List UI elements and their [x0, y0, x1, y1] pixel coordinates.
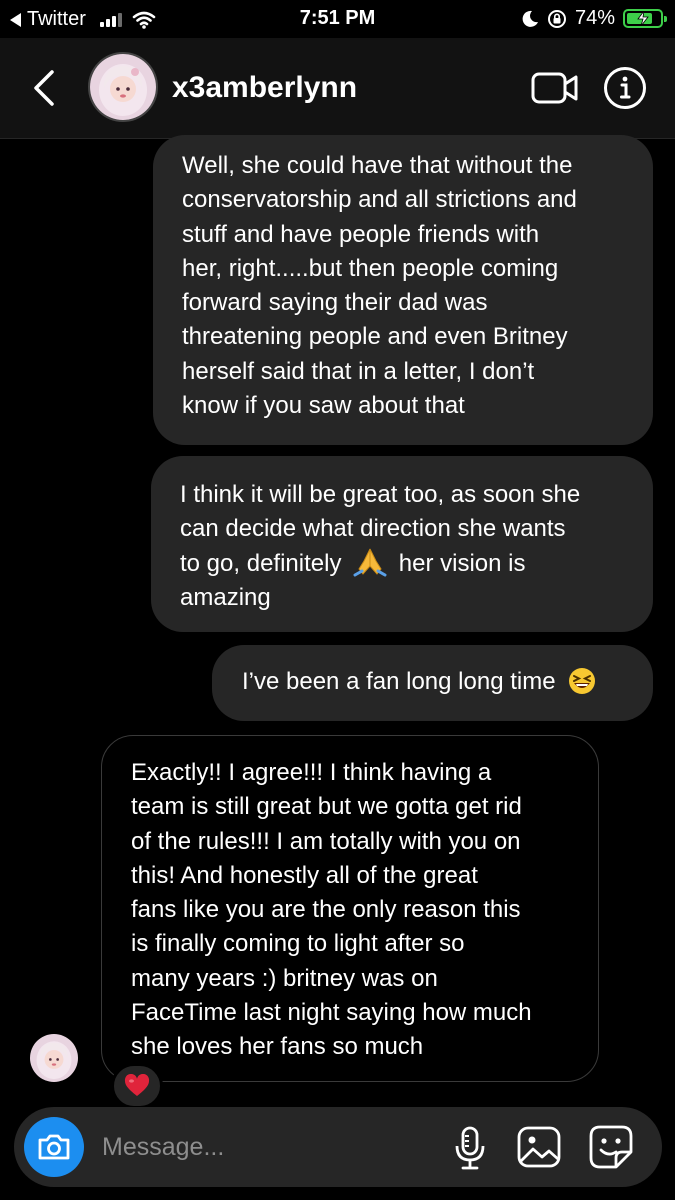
message-line: stuff and have people friends with [182, 220, 540, 248]
folded-hands-emoji-icon [353, 549, 387, 577]
back-chevron-icon[interactable] [30, 68, 58, 108]
message-line: herself said that in a letter, I don’t [182, 357, 535, 385]
message-line-with-emoji: to go, definitely her vision is [180, 547, 625, 581]
gallery-icon[interactable] [516, 1125, 562, 1169]
avatar[interactable] [88, 52, 158, 122]
message-line: conservatorship and all strictions and [182, 186, 577, 214]
sent-message[interactable]: Well, she could have that without the co… [153, 135, 653, 445]
battery-charging-icon [623, 9, 667, 28]
sent-message[interactable]: I think it will be great too, as soon sh… [151, 456, 653, 632]
status-bar: Twitter 7:51 PM 74% [0, 0, 675, 38]
red-heart-icon [124, 1074, 150, 1096]
heart-reaction[interactable] [111, 1063, 163, 1109]
message-line: Well, she could have that without the [182, 152, 573, 179]
video-call-icon[interactable] [530, 69, 580, 107]
message-line: FaceTime last night saying how much [131, 999, 532, 1027]
message-line: threatening people and even Britney [182, 323, 568, 351]
message-line: many years :) britney was on [131, 964, 438, 992]
message-line: is finally coming to light after so [131, 930, 465, 958]
message-line: I think it will be great too, as soon sh… [180, 481, 581, 508]
message-line: forward saying their dad was [182, 289, 488, 317]
username[interactable]: x3amberlynn [172, 71, 357, 105]
rotation-lock-icon [547, 9, 566, 28]
info-icon[interactable] [603, 66, 647, 110]
message-line: this! And honestly all of the great [131, 861, 478, 889]
message-line: fans like you are the only reason this [131, 896, 521, 924]
received-message[interactable]: Exactly!! I agree!!! I think having a te… [101, 735, 599, 1082]
chat-header: x3amberlynn [0, 38, 675, 139]
message-text: to go, definitely [180, 549, 342, 577]
message-line-with-emoji: I’ve been a fan long long time [242, 665, 633, 699]
sender-avatar[interactable] [30, 1034, 78, 1082]
message-text: her vision is [398, 549, 526, 577]
message-line: Exactly!! I agree!!! I think having a [131, 759, 492, 786]
message-line: of the rules!!! I am totally with you on [131, 827, 521, 855]
microphone-icon[interactable] [452, 1125, 488, 1171]
sent-message[interactable]: I’ve been a fan long long time [212, 645, 653, 721]
message-line: she loves her fans so much [131, 1033, 424, 1061]
sticker-icon[interactable] [588, 1124, 634, 1170]
message-composer [14, 1107, 662, 1187]
message-input[interactable] [102, 1129, 422, 1165]
message-line: amazing [180, 583, 271, 611]
message-line: can decide what direction she wants [180, 515, 566, 543]
message-line: her, right.....but then people coming [182, 254, 559, 282]
grinning-squinting-face-emoji-icon [569, 667, 596, 694]
camera-button[interactable] [24, 1117, 84, 1177]
battery-percent: 74% [574, 7, 615, 29]
camera-icon [38, 1134, 70, 1160]
message-line: team is still great but we gotta get rid [131, 793, 522, 821]
moon-icon [522, 10, 538, 27]
message-text: I’ve been a fan long long time [242, 668, 556, 695]
message-line: know if you saw about that [182, 392, 465, 420]
